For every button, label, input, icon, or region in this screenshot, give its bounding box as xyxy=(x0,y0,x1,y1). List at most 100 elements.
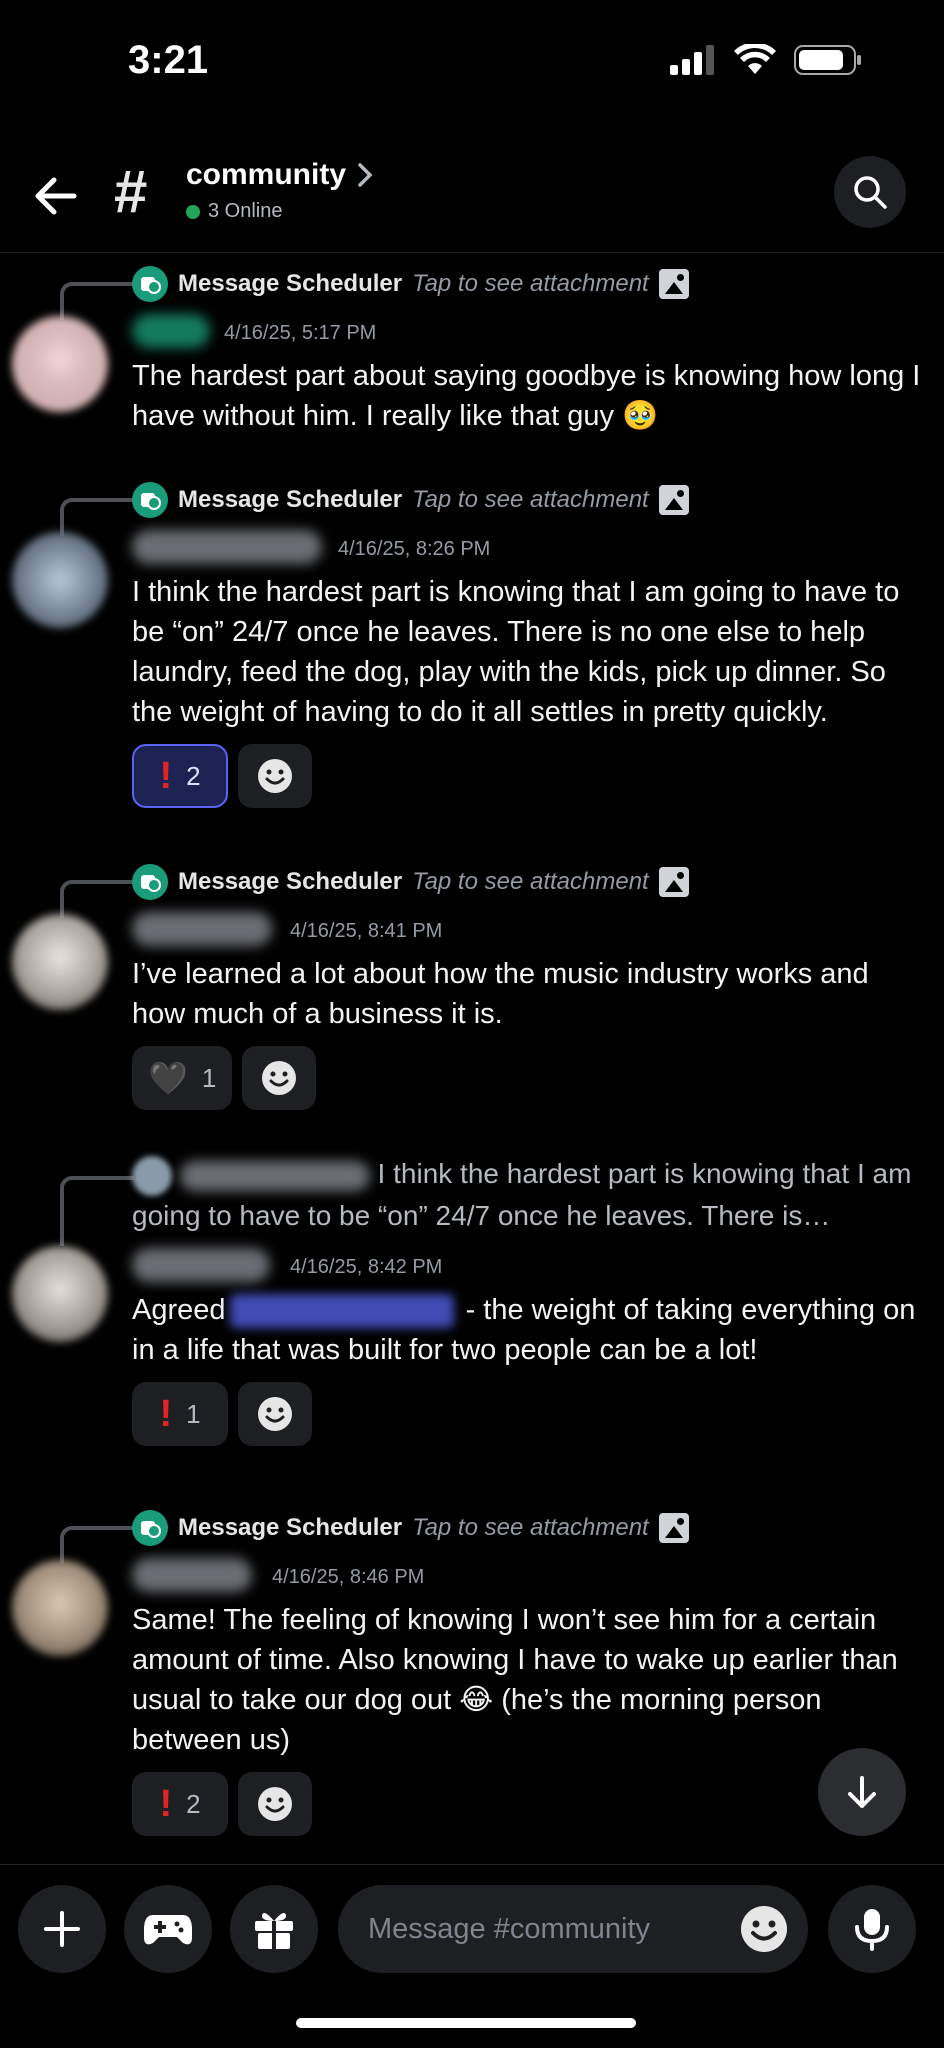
emoji-smile-icon xyxy=(741,1906,787,1952)
search-icon xyxy=(854,176,887,209)
reaction-button[interactable]: ! 2 xyxy=(132,1772,228,1836)
reaction-button[interactable]: ! 1 xyxy=(132,1382,228,1446)
avatar[interactable] xyxy=(12,316,108,412)
reaction-button[interactable]: 🖤 1 xyxy=(132,1046,233,1110)
reply-preview[interactable]: I think the hardest part is knowing that… xyxy=(132,1154,922,1236)
image-icon xyxy=(658,1513,689,1543)
reply-preview[interactable]: Message Scheduler Tap to see attachment xyxy=(132,1510,689,1546)
message-input[interactable]: Message #community xyxy=(338,1885,808,1973)
reaction-count: 2 xyxy=(186,1788,201,1819)
arrow-down-icon xyxy=(848,1776,876,1808)
reply-connector xyxy=(60,282,134,320)
reaction-count: 1 xyxy=(201,1062,217,1093)
exclamation-icon: ! xyxy=(159,755,173,797)
channel-name: community xyxy=(186,158,347,191)
message-text: The hardest part about saying goodbye is… xyxy=(132,360,921,432)
message-timestamp: 4/16/25, 8:26 PM xyxy=(338,538,491,560)
reply-connector xyxy=(60,498,134,536)
microphone-icon xyxy=(855,1909,889,1951)
reaction-count: 1 xyxy=(186,1398,201,1429)
channel-header: # community 3 Online xyxy=(0,140,944,253)
image-icon xyxy=(658,485,689,515)
image-icon xyxy=(658,867,689,897)
add-reaction-button[interactable] xyxy=(238,744,312,808)
reply-hint: Tap to see attachment xyxy=(412,868,649,895)
emoji-smile-icon xyxy=(258,1787,292,1821)
status-time: 3:21 xyxy=(128,38,209,82)
online-status: 3 Online xyxy=(186,200,283,223)
username-redacted[interactable] xyxy=(132,530,322,564)
plus-icon xyxy=(44,1911,80,1947)
battery-icon xyxy=(794,45,861,75)
wifi-icon xyxy=(734,44,776,74)
scheduler-avatar-icon xyxy=(132,266,168,302)
emoji-smile-icon xyxy=(258,1397,292,1431)
reaction-button[interactable]: ! 2 xyxy=(132,744,228,808)
message-composer: Message #community xyxy=(0,1864,944,1985)
scheduler-avatar-icon xyxy=(132,482,168,518)
message-text: Same! The feeling of knowing I won’t see… xyxy=(132,1604,898,1756)
message-text: I think the hardest part is knowing that… xyxy=(132,576,900,728)
status-bar: 3:21 xyxy=(0,0,944,120)
message-text: I’ve learned a lot about how the music i… xyxy=(132,958,869,1030)
avatar[interactable] xyxy=(12,532,108,628)
emoji-smile-icon xyxy=(262,1061,297,1095)
message-placeholder: Message #community xyxy=(368,1912,651,1945)
message-text: Agreed - the weight of taking everything… xyxy=(132,1290,922,1370)
reaction-count: 2 xyxy=(186,760,201,791)
scheduler-avatar-icon xyxy=(132,1510,168,1546)
reply-username-redacted xyxy=(179,1160,370,1191)
user-mention-redacted[interactable] xyxy=(229,1294,454,1329)
message-text-start: Agreed xyxy=(132,1294,226,1326)
gamepad-icon xyxy=(144,1915,192,1945)
chevron-right-icon xyxy=(358,163,373,187)
reply-author: Message Scheduler xyxy=(178,486,403,513)
username-redacted[interactable] xyxy=(132,314,210,348)
reply-connector xyxy=(60,880,134,918)
message-timestamp: 4/16/25, 8:46 PM xyxy=(272,1566,425,1588)
online-count: 3 Online xyxy=(208,200,283,222)
avatar[interactable] xyxy=(12,1246,108,1342)
avatar[interactable] xyxy=(12,1560,108,1656)
emoji-picker-button[interactable] xyxy=(740,1905,788,1961)
username-redacted[interactable] xyxy=(132,1558,252,1592)
gift-icon xyxy=(255,1913,293,1949)
reactions-bar: 🖤 1 xyxy=(132,1046,317,1110)
reply-hint: Tap to see attachment xyxy=(412,270,649,297)
signal-icon xyxy=(670,45,714,75)
avatar[interactable] xyxy=(12,914,108,1010)
search-button[interactable] xyxy=(834,156,906,228)
jump-to-latest-button[interactable] xyxy=(818,1748,906,1836)
reply-avatar xyxy=(132,1155,172,1196)
status-icons xyxy=(670,44,864,76)
reply-preview[interactable]: Message Scheduler Tap to see attachment xyxy=(132,482,689,518)
username-redacted[interactable] xyxy=(132,912,272,946)
hash-icon: # xyxy=(114,158,148,225)
add-reaction-button[interactable] xyxy=(238,1382,312,1446)
activities-button[interactable] xyxy=(124,1885,212,1973)
add-reaction-button[interactable] xyxy=(238,1772,312,1836)
username-redacted[interactable] xyxy=(132,1248,270,1282)
black-heart-icon: 🖤 xyxy=(148,1060,188,1096)
reactions-bar: ! 2 xyxy=(132,1772,312,1836)
reply-preview[interactable]: Message Scheduler Tap to see attachment xyxy=(132,266,689,302)
message-timestamp: 4/16/25, 5:17 PM xyxy=(224,322,377,344)
add-reaction-button[interactable] xyxy=(242,1046,317,1110)
channel-title[interactable]: community xyxy=(186,158,374,192)
reply-hint: Tap to see attachment xyxy=(412,1514,649,1541)
gift-button[interactable] xyxy=(230,1885,318,1973)
add-attachment-button[interactable] xyxy=(18,1885,106,1973)
voice-message-button[interactable] xyxy=(828,1885,916,1973)
reactions-bar: ! 2 xyxy=(132,744,312,808)
home-indicator xyxy=(296,2018,636,2028)
back-button[interactable] xyxy=(28,168,84,224)
image-icon xyxy=(658,269,689,299)
online-dot-icon xyxy=(186,204,200,219)
reply-connector xyxy=(60,1176,134,1246)
reply-preview[interactable]: Message Scheduler Tap to see attachment xyxy=(132,864,689,900)
message-timestamp: 4/16/25, 8:41 PM xyxy=(290,920,443,942)
scheduler-avatar-icon xyxy=(132,864,168,900)
reply-author: Message Scheduler xyxy=(178,868,403,895)
reply-connector xyxy=(60,1526,134,1564)
message-timestamp: 4/16/25, 8:42 PM xyxy=(290,1256,443,1278)
